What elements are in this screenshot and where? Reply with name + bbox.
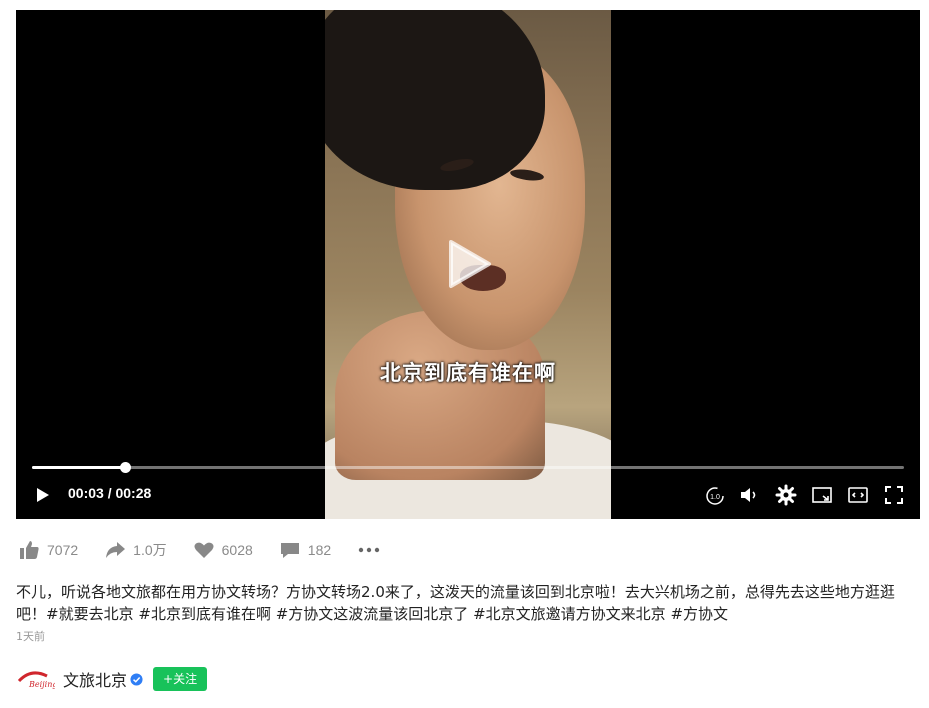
play-overlay-icon[interactable] [447, 238, 493, 290]
time-separator: / [103, 485, 116, 501]
picture-in-picture-icon[interactable] [811, 484, 833, 506]
verified-badge-icon [130, 672, 143, 686]
video-figure-hair [325, 10, 545, 190]
comment-count: 182 [307, 542, 332, 558]
posted-time: 1天前 [16, 630, 45, 643]
current-time: 00:03 [68, 485, 104, 501]
author-logo-text: Beijing [28, 680, 55, 689]
favorite-count: 6028 [221, 542, 253, 558]
video-player[interactable]: 北京到底有谁在啊 00:03 / 00:28 1.0 [16, 10, 920, 519]
settings-gear-icon[interactable] [775, 484, 797, 506]
like-count: 7072 [47, 542, 79, 558]
comment-button[interactable]: 182 [279, 539, 331, 561]
more-options-button[interactable] [357, 539, 381, 561]
action-bar: 7072 1.0万 6028 182 [18, 537, 618, 563]
favorite-button[interactable]: 6028 [193, 539, 253, 561]
more-dots-icon [358, 547, 380, 553]
hashtag-link[interactable]: #方协文这波流量该回北京了 [276, 605, 469, 623]
author-logo[interactable]: Beijing [17, 668, 55, 690]
hashtag-link[interactable]: #北京到底有谁在啊 [138, 605, 271, 623]
progress-handle[interactable] [120, 462, 132, 473]
progress-bar[interactable] [32, 462, 904, 473]
time-display: 00:03 / 00:28 [68, 485, 151, 501]
playback-speed-icon[interactable]: 1.0 [704, 484, 726, 506]
play-icon[interactable] [36, 487, 50, 503]
fullscreen-icon[interactable] [883, 484, 905, 506]
video-subtitle: 北京到底有谁在啊 [380, 361, 556, 385]
player-controls: 00:03 / 00:28 1.0 [16, 480, 920, 510]
comment-bubble-icon [280, 543, 299, 558]
share-button[interactable]: 1.0万 [104, 539, 167, 561]
volume-icon[interactable] [738, 484, 760, 506]
post-description: 不儿，听说各地文旅都在用方协文转场？方协文转场2.0来了，这泼天的流量该回到北京… [16, 581, 922, 625]
duration: 00:28 [115, 485, 152, 501]
author-name[interactable]: 文旅北京 [63, 667, 127, 691]
follow-button[interactable]: +关注 [153, 667, 208, 691]
share-arrow-icon [106, 542, 126, 558]
progress-fill [32, 466, 126, 469]
playback-speed-label: 1.0 [710, 494, 720, 501]
share-count: 1.0万 [133, 542, 167, 558]
author-row: Beijing 文旅北京 +关注 [17, 666, 208, 692]
heart-icon [194, 542, 214, 558]
like-button[interactable]: 7072 [18, 539, 78, 561]
theater-mode-icon[interactable] [847, 484, 869, 506]
hashtag-link[interactable]: #北京文旅邀请方协文来北京 [473, 605, 666, 623]
hashtag-link[interactable]: #方协文 [670, 605, 728, 623]
thumbs-up-icon [20, 541, 39, 559]
hashtag-link[interactable]: #就要去北京 [46, 605, 134, 623]
